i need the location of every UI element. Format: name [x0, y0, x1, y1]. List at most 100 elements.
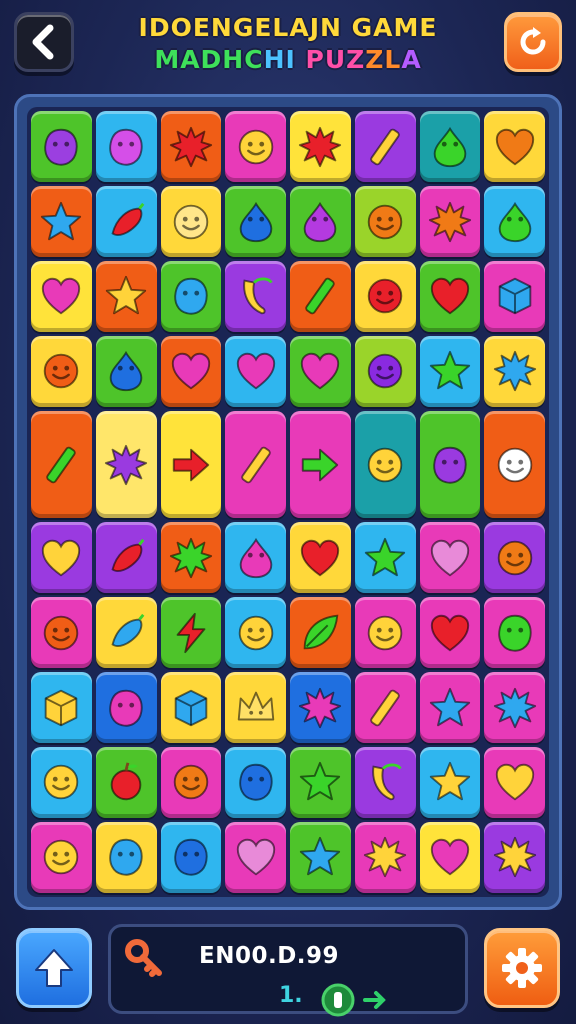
tile[interactable] — [160, 597, 222, 668]
tile[interactable] — [31, 597, 92, 668]
tile[interactable] — [419, 336, 481, 407]
tile[interactable] — [419, 522, 481, 593]
tile[interactable] — [160, 336, 222, 407]
tile[interactable] — [290, 672, 351, 743]
tile[interactable] — [354, 522, 416, 593]
chevron-left-icon — [32, 24, 54, 60]
tile[interactable] — [354, 672, 416, 743]
tile[interactable] — [354, 336, 416, 407]
tile[interactable] — [290, 261, 351, 332]
tile[interactable] — [225, 597, 286, 668]
smiley-icon — [367, 615, 403, 650]
tile[interactable] — [95, 186, 157, 257]
tile[interactable] — [31, 522, 92, 593]
tile[interactable] — [484, 822, 545, 893]
tile[interactable] — [290, 747, 351, 818]
tile[interactable] — [484, 747, 545, 818]
tile[interactable] — [419, 261, 481, 332]
tile[interactable] — [95, 597, 157, 668]
tile[interactable] — [484, 261, 545, 332]
arrow-icon — [172, 448, 210, 481]
bottom-bar: EN00.D.99 1. — [0, 918, 576, 1024]
tile[interactable] — [95, 411, 157, 519]
up-button[interactable] — [16, 928, 92, 1008]
tile[interactable] — [160, 522, 222, 593]
settings-button[interactable] — [484, 928, 560, 1008]
tile[interactable] — [419, 411, 481, 519]
tile[interactable] — [95, 522, 157, 593]
tile[interactable] — [484, 672, 545, 743]
smiley-icon — [367, 447, 403, 482]
splat-icon — [493, 837, 536, 878]
tile[interactable] — [95, 747, 157, 818]
tile[interactable] — [290, 411, 351, 519]
tile[interactable] — [95, 261, 157, 332]
heart-icon — [236, 839, 275, 876]
tile[interactable] — [225, 111, 286, 182]
tile[interactable] — [160, 411, 222, 519]
smiley-icon — [367, 354, 403, 389]
tile[interactable] — [31, 672, 92, 743]
back-button[interactable] — [14, 12, 74, 72]
tile[interactable] — [290, 186, 351, 257]
tile[interactable] — [354, 822, 416, 893]
tile[interactable] — [354, 597, 416, 668]
tile[interactable] — [95, 822, 157, 893]
tile[interactable] — [95, 672, 157, 743]
tile[interactable] — [95, 111, 157, 182]
tile[interactable] — [354, 261, 416, 332]
tile[interactable] — [484, 522, 545, 593]
tile[interactable] — [354, 111, 416, 182]
tile[interactable] — [31, 186, 92, 257]
tile[interactable] — [484, 111, 545, 182]
tile[interactable] — [225, 672, 286, 743]
leaf-icon — [304, 614, 339, 649]
tile[interactable] — [419, 822, 481, 893]
tile[interactable] — [419, 186, 481, 257]
tile[interactable] — [419, 672, 481, 743]
tile[interactable] — [31, 822, 92, 893]
refresh-button[interactable] — [504, 12, 562, 72]
tile[interactable] — [225, 186, 286, 257]
tile[interactable] — [160, 822, 222, 893]
tile[interactable] — [419, 111, 481, 182]
tile[interactable] — [225, 747, 286, 818]
tile[interactable] — [160, 261, 222, 332]
tile[interactable] — [225, 261, 286, 332]
tile[interactable] — [484, 336, 545, 407]
tile[interactable] — [354, 747, 416, 818]
tile[interactable] — [290, 111, 351, 182]
tile[interactable] — [290, 336, 351, 407]
tile[interactable] — [419, 747, 481, 818]
tile[interactable] — [95, 336, 157, 407]
splat-icon — [364, 837, 407, 878]
tile[interactable] — [419, 597, 481, 668]
splat-icon — [169, 126, 212, 167]
tile[interactable] — [354, 186, 416, 257]
tile[interactable] — [160, 186, 222, 257]
tile[interactable] — [225, 336, 286, 407]
tile[interactable] — [31, 747, 92, 818]
pepper-icon — [111, 538, 145, 572]
tile[interactable] — [484, 411, 545, 519]
tile[interactable] — [225, 522, 286, 593]
tile[interactable] — [225, 822, 286, 893]
blob-icon — [238, 764, 273, 802]
tile[interactable] — [160, 747, 222, 818]
tile[interactable] — [160, 111, 222, 182]
tile[interactable] — [160, 672, 222, 743]
tile[interactable] — [290, 522, 351, 593]
tile[interactable] — [31, 111, 92, 182]
tile[interactable] — [225, 411, 286, 519]
title-part: HI — [263, 45, 296, 74]
tile[interactable] — [484, 597, 545, 668]
smiley-icon — [238, 615, 273, 650]
tile[interactable] — [290, 597, 351, 668]
tile[interactable] — [354, 411, 416, 519]
splat-icon — [105, 444, 148, 485]
tile[interactable] — [31, 336, 92, 407]
tile[interactable] — [290, 822, 351, 893]
tile[interactable] — [31, 261, 92, 332]
tile[interactable] — [484, 186, 545, 257]
tile[interactable] — [31, 411, 92, 519]
